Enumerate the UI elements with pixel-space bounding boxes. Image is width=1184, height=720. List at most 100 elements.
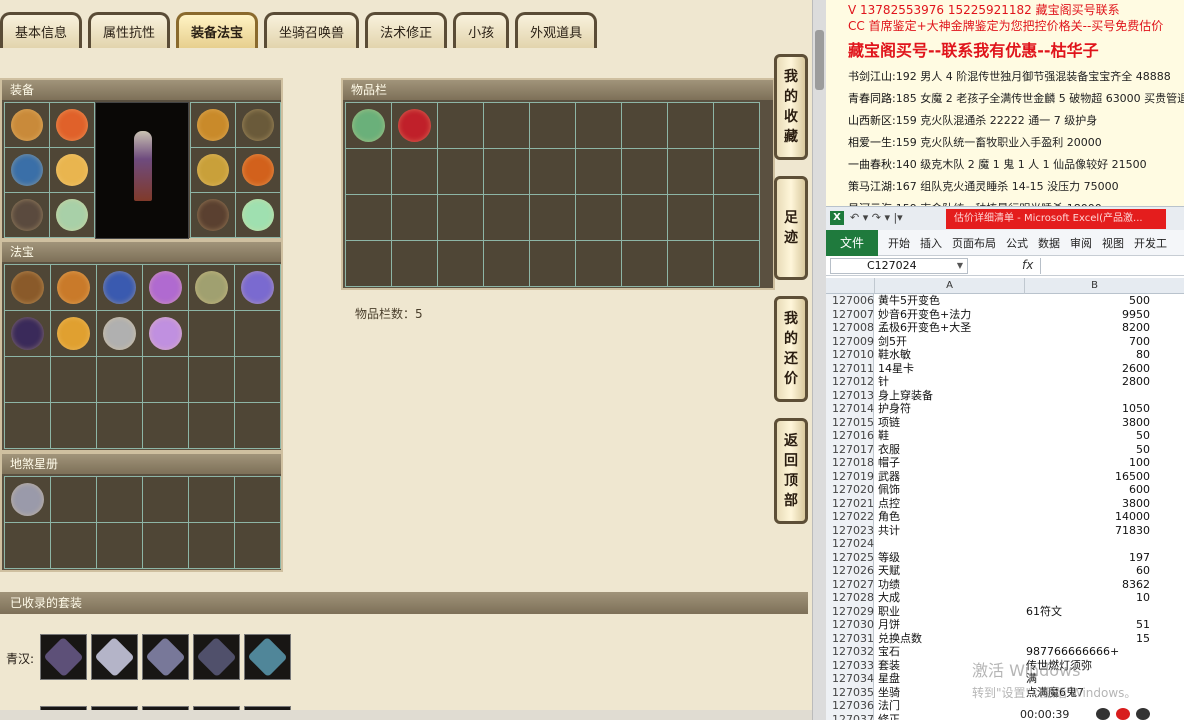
inventory-slot[interactable] <box>622 195 667 240</box>
row-number[interactable]: 127030 <box>826 618 874 632</box>
name-box[interactable]: C127024 ▼ <box>830 258 968 274</box>
cell-b[interactable]: 2600 <box>1024 362 1150 376</box>
inventory-slot[interactable] <box>622 103 667 148</box>
cell-b[interactable]: 987766666666+ <box>1026 645 1176 659</box>
inventory-slot[interactable] <box>576 103 621 148</box>
tab-item[interactable]: 基本信息 <box>0 12 83 48</box>
cell-b[interactable]: 3800 <box>1024 416 1150 430</box>
fabao-slot[interactable] <box>143 357 188 402</box>
equipment-slot[interactable] <box>236 193 280 237</box>
fabao-slot[interactable] <box>5 403 50 448</box>
cell-b[interactable]: 1050 <box>1024 402 1150 416</box>
row-number[interactable]: 127012 <box>826 375 874 389</box>
tab-item[interactable]: 属性抗性 <box>88 12 171 48</box>
fx-icon[interactable]: fx <box>1022 258 1033 272</box>
footprints-button[interactable]: 足迹 <box>774 176 808 280</box>
disha-slot[interactable] <box>51 477 96 522</box>
disha-slot[interactable] <box>189 523 234 568</box>
ribbon-tab[interactable]: 插入 <box>920 235 942 251</box>
fabao-slot[interactable] <box>5 311 50 356</box>
equipment-slot[interactable] <box>50 193 94 237</box>
disha-slot[interactable] <box>235 477 280 522</box>
cell-b[interactable]: 2800 <box>1024 375 1150 389</box>
cell-b[interactable]: 600 <box>1024 483 1150 497</box>
cell-b[interactable]: 500 <box>1024 294 1150 308</box>
inventory-slot[interactable] <box>484 103 529 148</box>
disha-slot[interactable] <box>189 477 234 522</box>
row-number[interactable]: 127033 <box>826 658 874 672</box>
row-number[interactable]: 127028 <box>826 591 874 605</box>
suit-item[interactable] <box>244 634 291 680</box>
cell-b[interactable]: 61符文 <box>1026 605 1176 619</box>
row-number[interactable]: 127019 <box>826 469 874 483</box>
chevron-down-icon[interactable]: ▼ <box>957 259 963 273</box>
row-number[interactable]: 127016 <box>826 429 874 443</box>
inventory-slot[interactable] <box>668 103 713 148</box>
cell-b[interactable]: 15 <box>1024 632 1150 646</box>
fabao-slot[interactable] <box>97 403 142 448</box>
cell-a[interactable]: 点控 <box>878 497 1024 511</box>
equipment-slot[interactable] <box>191 148 235 192</box>
fabao-slot[interactable] <box>97 357 142 402</box>
inventory-slot[interactable] <box>714 149 759 194</box>
cell-b[interactable]: 700 <box>1024 335 1150 349</box>
inventory-slot[interactable] <box>530 241 575 286</box>
equipment-slot[interactable] <box>5 148 49 192</box>
inventory-slot[interactable] <box>346 149 391 194</box>
cell-b[interactable]: 3800 <box>1024 497 1150 511</box>
suit-item[interactable] <box>142 634 189 680</box>
inventory-slot[interactable] <box>346 241 391 286</box>
inventory-slot[interactable] <box>438 241 483 286</box>
row-number[interactable]: 127010 <box>826 348 874 362</box>
inventory-slot[interactable] <box>392 149 437 194</box>
row-number[interactable]: 127022 <box>826 510 874 524</box>
disha-slot[interactable] <box>51 523 96 568</box>
fabao-slot[interactable] <box>189 403 234 448</box>
tab-item[interactable]: 装备法宝 <box>176 12 259 48</box>
vertical-scrollbar[interactable] <box>812 0 826 720</box>
cell-b[interactable]: 60 <box>1024 564 1150 578</box>
column-header-b[interactable]: B <box>1024 278 1164 294</box>
inventory-slot[interactable] <box>438 149 483 194</box>
equipment-slot[interactable] <box>5 193 49 237</box>
fabao-slot[interactable] <box>51 265 96 310</box>
fabao-slot[interactable] <box>189 311 234 356</box>
equipment-slot[interactable] <box>50 148 94 192</box>
inventory-slot[interactable] <box>530 149 575 194</box>
scrollbar-thumb[interactable] <box>815 30 824 90</box>
cell-a[interactable]: 兑换点数 <box>878 632 1024 646</box>
ribbon-tab[interactable]: 审阅 <box>1070 235 1092 251</box>
cell-a[interactable]: 鞋水敏 <box>878 348 1024 362</box>
inventory-slot[interactable] <box>530 103 575 148</box>
cell-b[interactable]: 100 <box>1024 456 1150 470</box>
cell-a[interactable]: 衣服 <box>878 443 1024 457</box>
inventory-slot[interactable] <box>530 195 575 240</box>
back-to-top-button[interactable]: 返回顶部 <box>774 418 808 524</box>
cell-a[interactable]: 14星卡 <box>878 362 1024 376</box>
row-number[interactable]: 127013 <box>826 388 874 402</box>
column-header-a[interactable]: A <box>874 278 1024 294</box>
row-number[interactable]: 127006 <box>826 294 874 308</box>
pause-icon[interactable] <box>1096 708 1110 720</box>
disha-slot[interactable] <box>97 477 142 522</box>
inventory-slot[interactable] <box>714 103 759 148</box>
row-number[interactable]: 127025 <box>826 550 874 564</box>
equipment-slot[interactable] <box>236 103 280 147</box>
ribbon-tab[interactable]: 开始 <box>888 235 910 251</box>
disha-slot[interactable] <box>5 523 50 568</box>
fabao-slot[interactable] <box>51 357 96 402</box>
inventory-slot[interactable] <box>668 241 713 286</box>
fabao-slot[interactable] <box>235 311 280 356</box>
row-number[interactable]: 127026 <box>826 564 874 578</box>
ribbon-tab[interactable]: 页面布局 <box>952 235 996 251</box>
fabao-slot[interactable] <box>235 357 280 402</box>
cell-a[interactable]: 剑5开 <box>878 335 1024 349</box>
equipment-slot[interactable] <box>236 148 280 192</box>
fabao-slot[interactable] <box>97 311 142 356</box>
cell-b[interactable]: 8362 <box>1024 578 1150 592</box>
my-favorites-button[interactable]: 我的收藏 <box>774 54 808 160</box>
fabao-slot[interactable] <box>235 265 280 310</box>
record-icon[interactable] <box>1116 708 1130 720</box>
disha-slot[interactable] <box>5 477 50 522</box>
fabao-slot[interactable] <box>143 403 188 448</box>
